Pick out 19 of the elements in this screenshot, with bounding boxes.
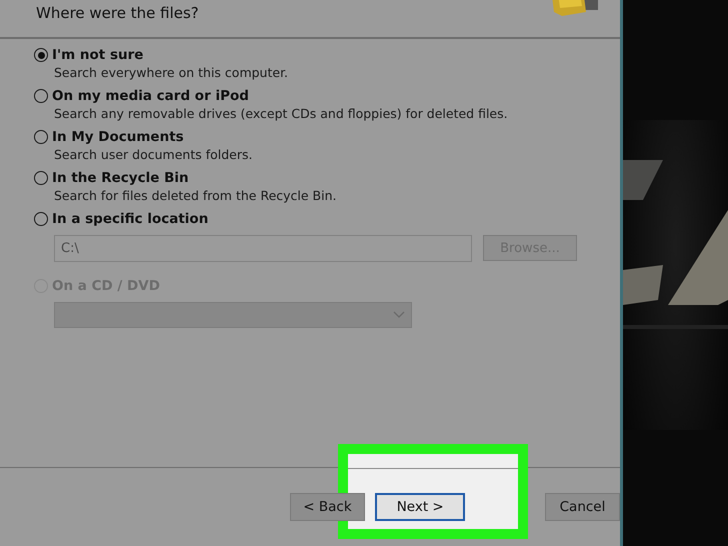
option-description: Search for files deleted from the Recycle Bin. [54, 188, 338, 203]
radio-button[interactable] [34, 130, 48, 144]
option-label[interactable]: In My Documents [52, 129, 184, 145]
radio-button[interactable] [34, 171, 48, 185]
wizard-button[interactable]: Cancel [545, 493, 620, 521]
wizard-button[interactable]: Next > [375, 493, 466, 521]
radio-button[interactable] [34, 212, 48, 226]
option-description: Search any removable drives (except CDs and floppies) for deleted files. [54, 106, 509, 121]
option-label[interactable]: On my media card or iPod [52, 88, 249, 104]
chevron-down-icon [393, 311, 405, 319]
dialog-heading: Where were the files? [36, 4, 199, 24]
option-description: Search user documents folders. [54, 147, 254, 162]
option-label[interactable]: I'm not sure [52, 47, 144, 63]
option-label[interactable]: In a specific location [52, 211, 208, 227]
radio-button[interactable] [34, 48, 48, 62]
wizard-button[interactable]: < Back [290, 493, 365, 521]
radio-button[interactable] [34, 89, 48, 103]
option-description: Search everywhere on this computer. [54, 65, 290, 80]
option-label[interactable]: In the Recycle Bin [52, 170, 189, 186]
